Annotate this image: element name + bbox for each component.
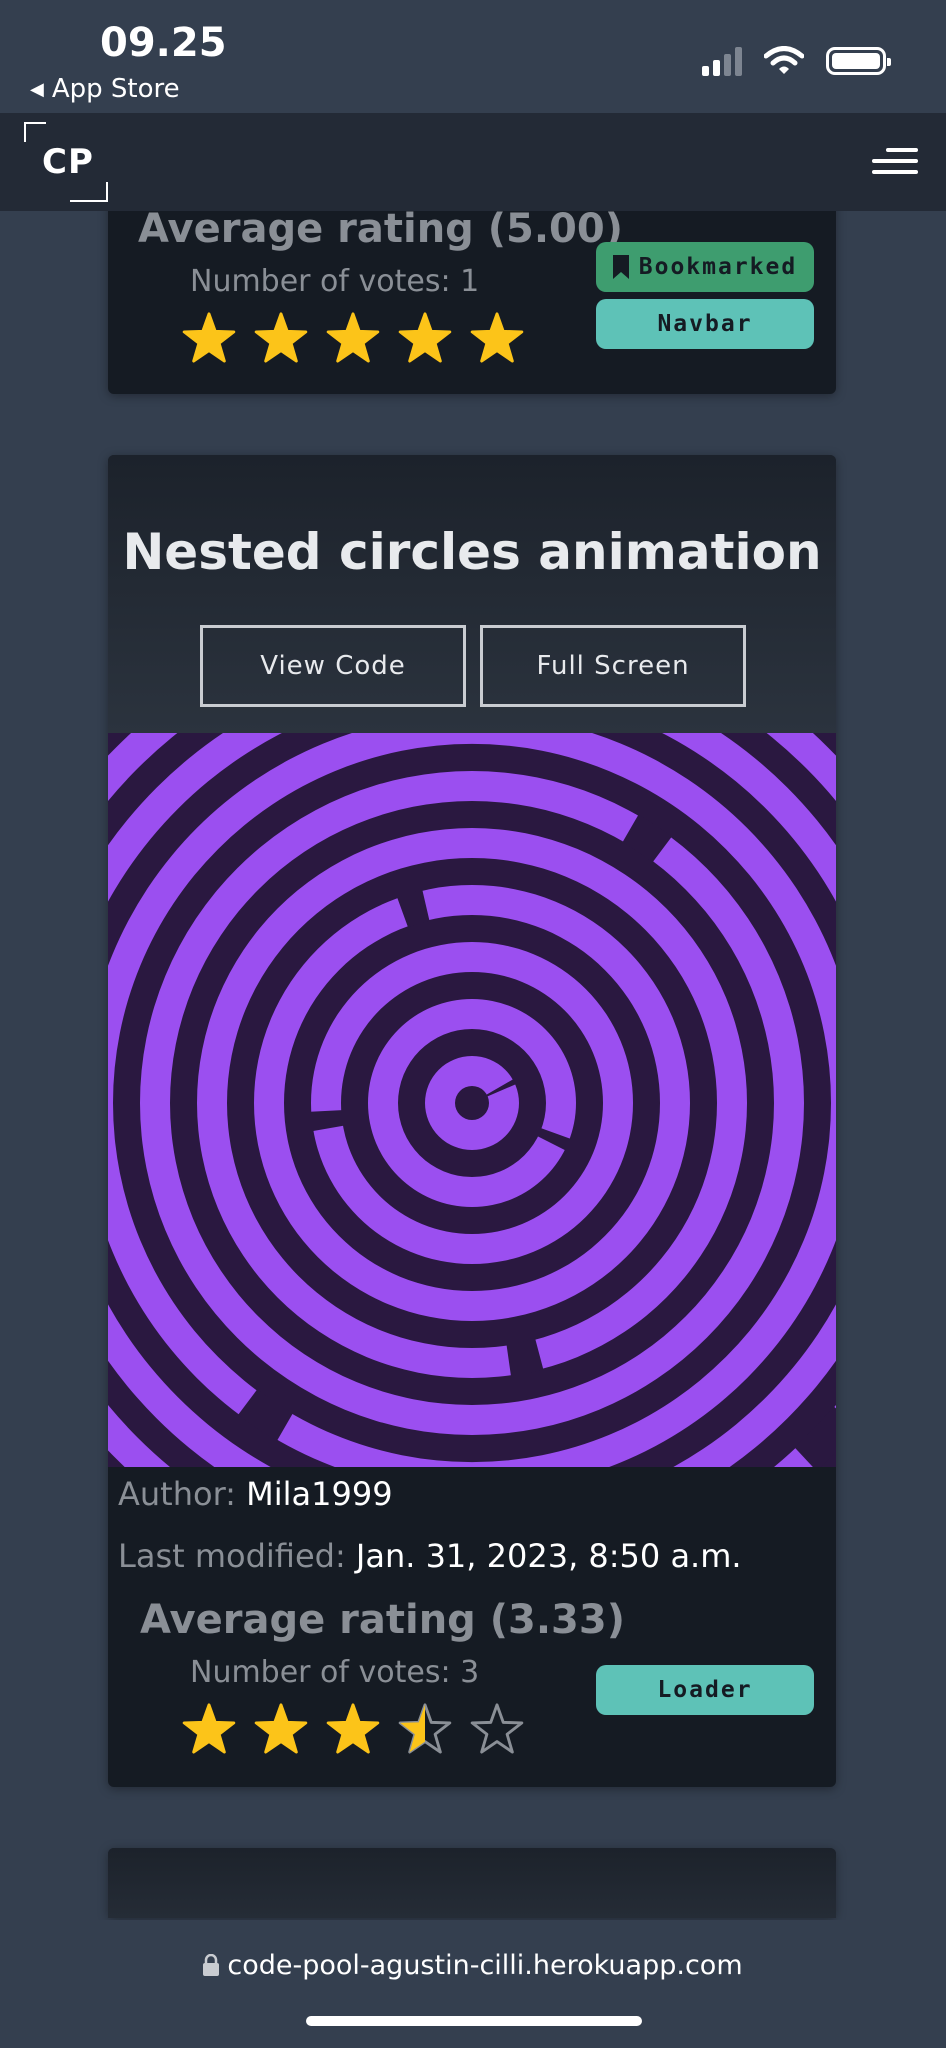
average-rating: Average rating (3.33) (140, 1597, 625, 1643)
last-modified-value: Jan. 31, 2023, 8:50 a.m. (355, 1537, 742, 1575)
logo-text: CP (42, 142, 94, 182)
category-tag[interactable]: Loader (596, 1665, 814, 1715)
bookmark-icon (612, 255, 629, 279)
animation-preview[interactable] (108, 733, 836, 1467)
bookmarked-tag[interactable]: Bookmarked (596, 242, 814, 292)
star-icon[interactable] (180, 310, 238, 368)
nested-circles-animation (108, 733, 836, 1467)
star-icon[interactable] (180, 1701, 238, 1759)
star-icon[interactable] (324, 1701, 382, 1759)
snippet-card: Nested circles animation View Code Full … (108, 455, 836, 1787)
home-indicator[interactable] (306, 2016, 642, 2026)
full-screen-button[interactable]: Full Screen (480, 625, 746, 707)
wifi-icon (764, 46, 804, 74)
star-icon[interactable] (324, 310, 382, 368)
battery-icon (826, 47, 891, 75)
site-logo-overlay: CP (24, 122, 108, 202)
view-code-button[interactable]: View Code (200, 625, 466, 707)
status-icons (702, 46, 891, 76)
url-display[interactable]: code-pool-agustin-cilli.herokuapp.com (0, 1950, 946, 1981)
star-rating[interactable] (180, 1701, 526, 1759)
category-label: Loader (657, 1677, 753, 1703)
star-icon[interactable] (468, 310, 526, 368)
star-rating[interactable] (180, 310, 526, 368)
cellular-signal-icon (702, 46, 742, 76)
star-icon[interactable] (252, 1701, 310, 1759)
url-text: code-pool-agustin-cilli.herokuapp.com (227, 1950, 743, 1981)
hamburger-menu-icon[interactable] (872, 148, 918, 178)
author-name[interactable]: Mila1999 (246, 1475, 392, 1513)
snippet-card (108, 1848, 836, 1918)
star-icon[interactable] (396, 1701, 454, 1759)
clock: 09.25 (100, 20, 227, 66)
category-label: Navbar (657, 311, 753, 337)
bookmarked-label: Bookmarked (638, 254, 798, 280)
lock-icon (203, 1953, 220, 1976)
star-icon[interactable] (396, 310, 454, 368)
number-of-votes: Number of votes: 3 (190, 1655, 480, 1690)
navbar-overlay (0, 113, 946, 211)
back-to-app-store[interactable]: ◀ App Store (30, 74, 180, 104)
author-label: Author: (118, 1475, 236, 1513)
author-line: Author: Mila1999 (118, 1475, 393, 1513)
star-icon[interactable] (252, 310, 310, 368)
triangle-left-icon: ◀ (30, 78, 44, 100)
category-tag[interactable]: Navbar (596, 299, 814, 349)
snippet-title: Nested circles animation (122, 523, 822, 581)
last-modified-label: Last modified: (118, 1537, 346, 1575)
average-rating: Average rating (5.00) (138, 206, 623, 252)
back-label: App Store (51, 74, 180, 104)
last-modified-line: Last modified: Jan. 31, 2023, 8:50 a.m. (118, 1537, 742, 1575)
star-icon[interactable] (468, 1701, 526, 1759)
number-of-votes: Number of votes: 1 (190, 264, 480, 299)
status-bar: 09.25 ◀ App Store (0, 0, 946, 113)
browser-url-bar (0, 1920, 946, 2048)
